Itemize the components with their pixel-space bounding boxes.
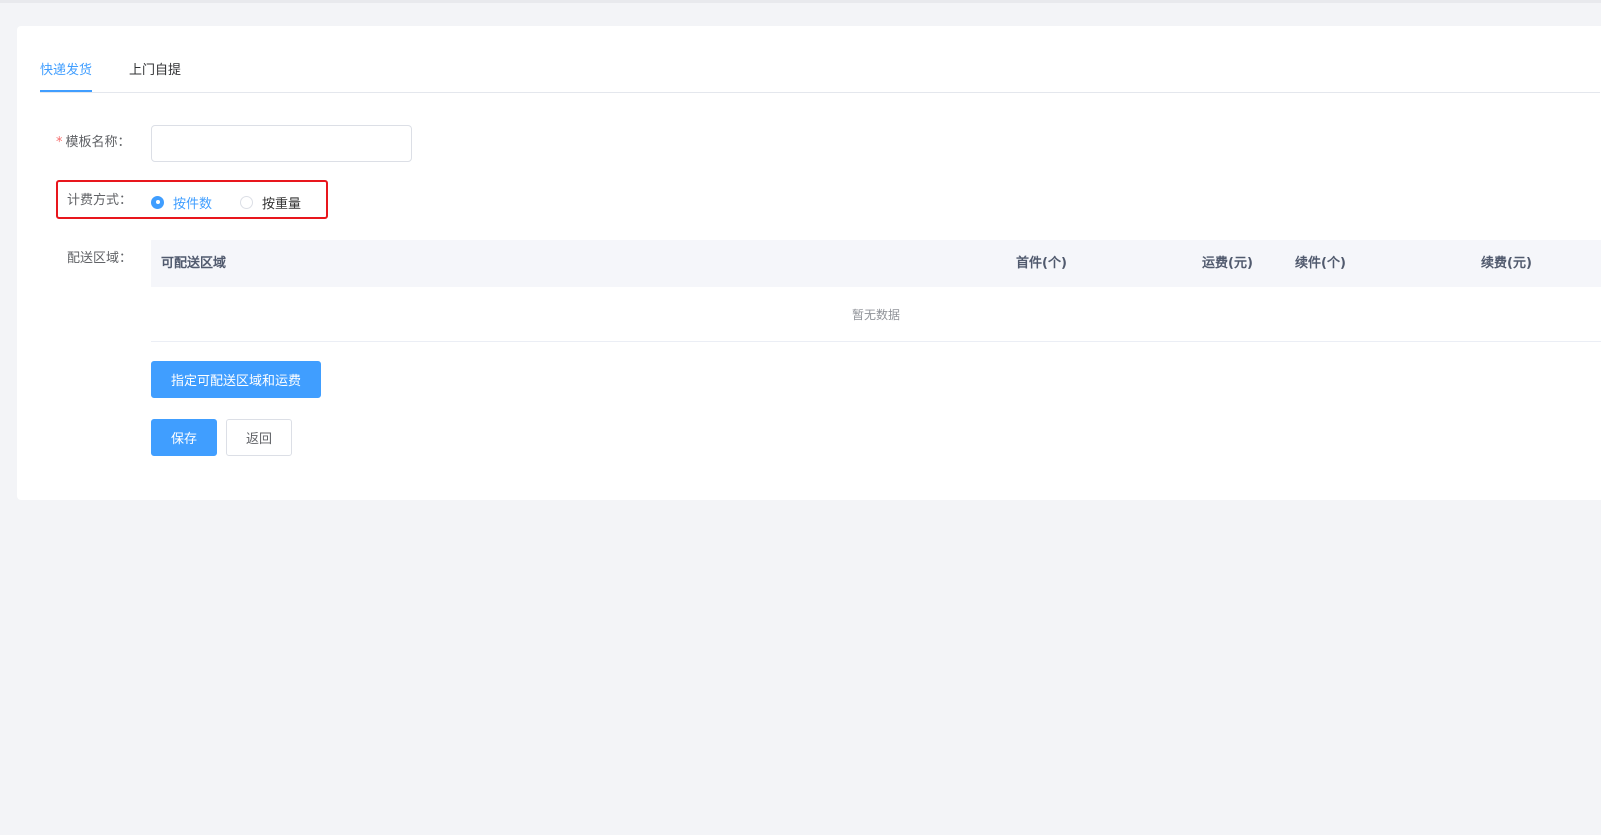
required-mark: *: [56, 135, 63, 150]
radio-by-piece[interactable]: 按件数: [151, 193, 213, 212]
tab-self-pickup[interactable]: 上门自提: [129, 62, 181, 80]
template-name-label: * 模板名称：: [56, 135, 131, 150]
table-empty-text: 暂无数据: [851, 308, 900, 322]
delivery-area-label: 配送区域：: [67, 251, 133, 266]
tab-bar: 快递发货 上门自提: [40, 26, 1600, 93]
radio-by-piece-label: 按件数: [173, 196, 213, 212]
radio-unchecked-icon: [240, 195, 253, 209]
column-header-first-piece: 首件(个): [1016, 256, 1067, 271]
form-card: 快递发货 上门自提 * 模板名称： 计费方式： 按件数 按重量 配送区域： 可配送…: [17, 26, 1601, 500]
save-button[interactable]: 保存: [151, 419, 217, 456]
column-header-additional-fee: 续费(元): [1481, 256, 1532, 271]
column-header-shipping-fee: 运费(元): [1202, 256, 1253, 271]
table-header: 可配送区域 首件(个) 运费(元) 续件(个) 续费(元): [151, 240, 1601, 287]
radio-checked-icon: [151, 195, 164, 209]
add-delivery-area-button[interactable]: 指定可配送区域和运费: [151, 361, 321, 398]
top-bar: [0, 0, 1601, 3]
back-button[interactable]: 返回: [226, 419, 292, 456]
delivery-area-table: 可配送区域 首件(个) 运费(元) 续件(个) 续费(元) 暂无数据: [151, 240, 1601, 342]
column-header-area: 可配送区域: [161, 256, 227, 271]
tab-express-delivery[interactable]: 快递发货: [40, 62, 92, 80]
active-tab-indicator: [40, 90, 92, 92]
billing-method-label: 计费方式：: [67, 193, 133, 208]
radio-by-weight[interactable]: 按重量: [240, 193, 302, 212]
column-header-additional-piece: 续件(个): [1295, 256, 1346, 271]
template-name-input[interactable]: [151, 125, 412, 162]
radio-by-weight-label: 按重量: [262, 196, 302, 212]
